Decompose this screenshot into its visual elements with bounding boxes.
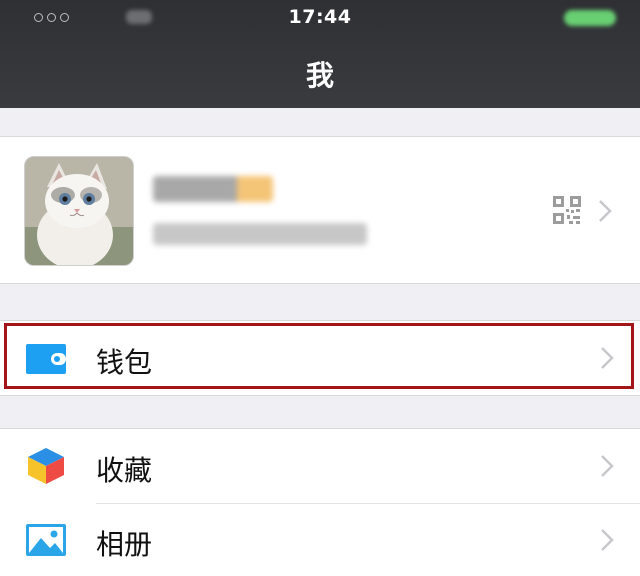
status-bar: 17:44	[0, 0, 640, 36]
menu-item-wallet[interactable]: 钱包	[0, 321, 640, 395]
profile-wechat-id	[153, 223, 367, 245]
top-bar: 17:44 我	[0, 0, 640, 108]
menu-item-favorites[interactable]: 收藏	[0, 429, 640, 503]
profile-card[interactable]	[0, 136, 640, 284]
status-time: 17:44	[288, 6, 352, 28]
avatar[interactable]	[24, 156, 134, 266]
qr-code-icon[interactable]	[552, 195, 582, 225]
menu-item-label: 钱包	[96, 346, 153, 379]
chevron-right-icon	[601, 347, 614, 369]
battery-icon	[564, 10, 616, 26]
cat-avatar-image	[25, 157, 133, 265]
chevron-right-icon	[599, 200, 612, 222]
menu-item-label: 相册	[96, 528, 153, 561]
collections-group: 收藏 相册	[0, 428, 640, 576]
me-screen: 17:44 我 钱包 收藏 相册	[0, 0, 640, 576]
profile-name	[153, 176, 273, 202]
wallet-group: 钱包	[0, 320, 640, 396]
wallet-icon	[26, 344, 66, 374]
chevron-right-icon	[601, 529, 614, 551]
cube-icon	[28, 448, 64, 484]
menu-item-album[interactable]: 相册	[0, 503, 640, 576]
menu-item-label: 收藏	[96, 454, 153, 487]
image-icon	[26, 524, 66, 556]
chevron-right-icon	[601, 455, 614, 477]
page-title: 我	[305, 59, 334, 92]
